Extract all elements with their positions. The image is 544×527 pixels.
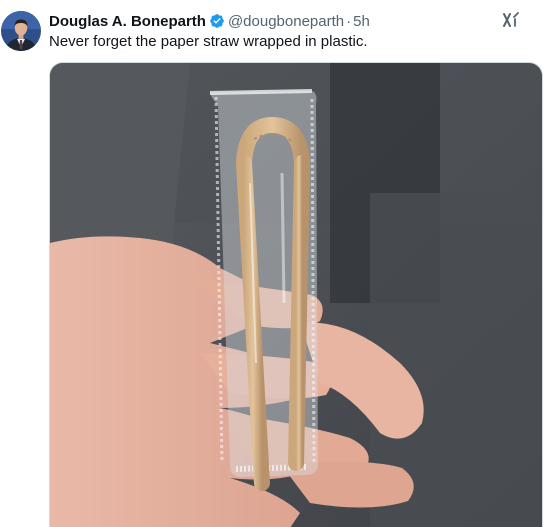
tweet-header: Douglas A. Boneparth @dougboneparth · 5h <box>49 11 370 31</box>
avatar[interactable] <box>1 11 41 51</box>
timestamp[interactable]: 5h <box>353 13 370 30</box>
tweet-text: Never forget the paper straw wrapped in … <box>49 33 368 50</box>
author-name[interactable]: Douglas A. Boneparth <box>49 13 206 30</box>
author-handle[interactable]: @dougboneparth <box>228 13 344 30</box>
avatar-photo <box>1 11 41 51</box>
straw-photo <box>50 63 542 527</box>
grok-icon[interactable] <box>502 11 520 29</box>
separator-dot: · <box>346 12 352 30</box>
tweet-media-photo[interactable] <box>49 62 543 527</box>
verified-badge-icon <box>210 14 224 28</box>
tweet[interactable]: Douglas A. Boneparth @dougboneparth · 5h… <box>0 0 544 527</box>
